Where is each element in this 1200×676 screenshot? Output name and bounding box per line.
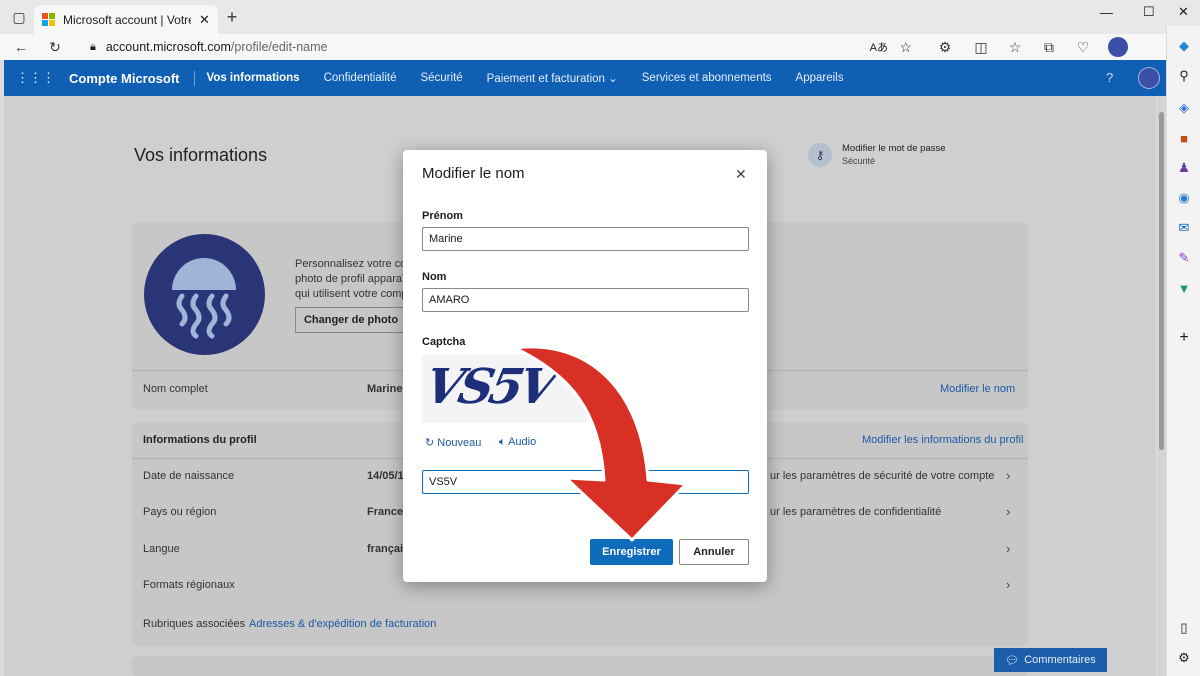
annotation-arrow-icon	[513, 345, 688, 542]
